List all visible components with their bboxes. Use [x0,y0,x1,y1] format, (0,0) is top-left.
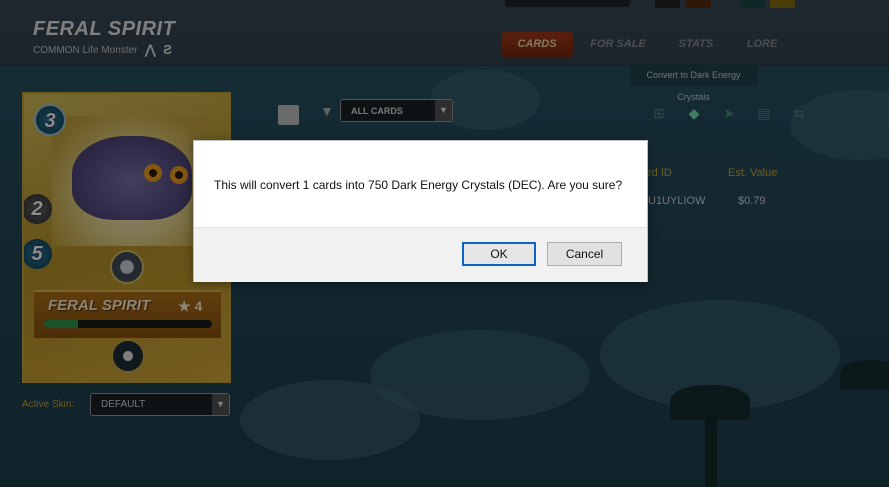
confirm-dialog: This will convert 1 cards into 750 Dark … [193,140,648,282]
cancel-button[interactable]: Cancel [547,242,622,266]
dialog-footer: OK Cancel [194,227,647,282]
dialog-message: This will convert 1 cards into 750 Dark … [214,178,623,192]
ok-button[interactable]: OK [462,242,536,266]
